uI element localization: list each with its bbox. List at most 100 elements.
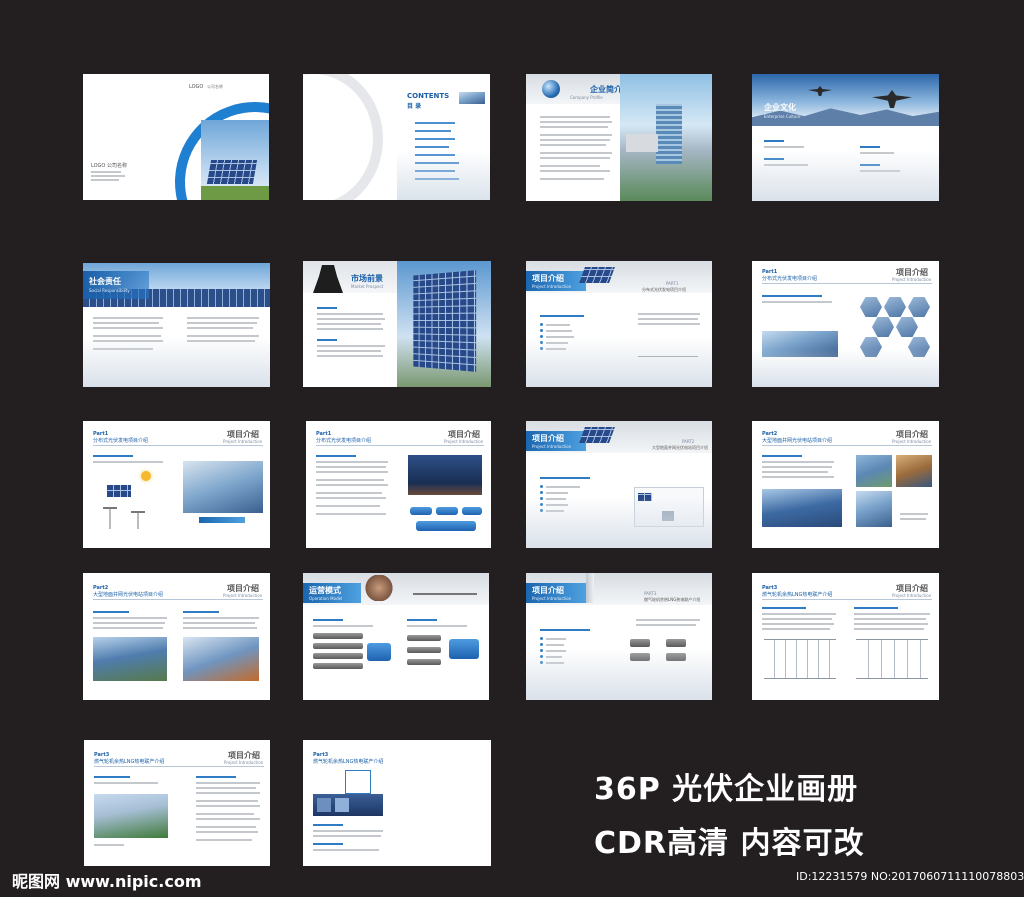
page-company-profile: 企业简介 Company Profile [526,74,712,201]
cover-company: 公司名称 [207,84,223,89]
page-project-intro-part3: 项目介绍 Project Introduction PART3 燃气轮机余热LN… [526,573,712,700]
handshake-icon [365,575,393,601]
page-part1-news: Part1 分布式光伏发电项目介绍 项目介绍 Project Introduct… [306,421,491,548]
p1-part-heading: 分布式光伏发电项目介绍 [642,287,686,292]
p2-header-panel [579,427,615,443]
part2-worker-photo [896,455,932,487]
p3-part-label: PART3 [644,591,657,596]
site-logo[interactable]: 昵图网 www.nipic.com [12,868,202,892]
p2-sub: Project Introduction [532,444,572,449]
part3-heading: 燃气轮机余热LNG热电联产介绍 [762,592,833,598]
contents-photo [459,92,485,104]
part1-right-sub: Project Introduction [892,277,932,282]
tower-icon [103,507,117,529]
part2-field-photo [762,489,842,527]
ops-step [313,633,363,639]
p3-title: 项目介绍 [532,586,564,595]
page-part1-diagram: Part1 分布式光伏发电项目介绍 项目介绍 Project Introduct… [83,421,270,548]
news-box [436,507,458,515]
news-box [410,507,432,515]
hex-photo [860,297,882,317]
contents-fade [397,150,490,200]
ops-step [407,659,441,665]
sun-icon [141,471,151,481]
page-part3-lng: Part3 燃气轮机余热LNG热电联产介绍 [303,740,491,866]
ops-sub: Operation Model [309,596,343,601]
part2-right-sub: Project Introduction [223,593,263,598]
p2-title: 项目介绍 [532,434,564,443]
cover-solar-panel [206,160,258,184]
photo-caption-bar [199,517,245,523]
cover-grass [201,186,269,200]
part3-right-sub: Project Introduction [892,593,932,598]
p3-part-heading: 燃气轮机余热LNG热电联产介绍 [644,597,701,602]
hex-photo [896,317,918,337]
profile-sub: Company Profile [570,95,603,100]
p2-part-heading: 大型地面并网光伏电站项目介绍 [652,445,708,450]
news-box [462,507,482,515]
profile-building [656,104,682,164]
p3-flow-box [666,639,686,647]
page-cover: LOGO 公司名称 LOGO 公司名称 [83,74,269,200]
lng-diagram-top [345,770,371,794]
cover-logo: LOGO [189,84,204,90]
part2-heading: 大型地面并网光伏电站项目介绍 [93,592,164,598]
page-contents: CONTENTS 目 录 [303,74,490,200]
caption-line1: 36P 光伏企业画册 [594,772,859,807]
p3-sub: Project Introduction [532,596,572,601]
caption-line2: CDR高清 内容可改 [594,826,865,861]
news-box-wide [416,521,476,531]
ops-result [367,643,391,661]
profile-title: 企业简介 [590,85,622,94]
part2-panel-photo [856,491,892,527]
cover-logo-bottom: LOGO 公司名称 [91,163,127,169]
p3-chimney [586,573,594,603]
p1-part-label: PART1 [666,281,679,286]
tower-icon [131,511,145,529]
contents-title: CONTENTS [407,92,450,100]
globe-icon [542,80,560,98]
part1-right-sub: Project Introduction [444,439,484,444]
part1-heading: 分布式光伏发电项目介绍 [93,438,149,444]
page-part3-schematic: Part3 燃气轮机余热LNG热电联产介绍 项目介绍 Project Intro… [752,573,939,700]
part2-worker-photo [856,455,892,487]
prospect-title: 市场前景 [351,274,383,283]
prospect-sub: Market Prospect [351,284,384,289]
ops-step [313,663,363,669]
part1-heading: 分布式光伏发电项目介绍 [762,276,818,282]
contents-gray-arc [303,74,383,200]
hex-photo [884,297,906,317]
page-market-prospect: 市场前景 Market Prospect [303,261,491,387]
news-photo [408,455,482,495]
culture-sub: Enterprise Culture [764,114,801,119]
ops-title: 运营模式 [309,586,341,595]
page-part1-hexagons: Part1 分布式光伏发电项目介绍 项目介绍 Project Introduct… [752,261,939,387]
p3-flow-box [630,639,650,647]
part3-plant-photo [94,794,168,838]
social-title: 社会责任 [89,277,121,286]
p1-sub: Project Introduction [532,284,572,289]
part3-right-sub: Project Introduction [224,760,264,765]
page-part2-photos: Part2 大型地面并网光伏电站项目介绍 项目介绍 Project Introd… [752,421,939,548]
ops-result [449,639,479,659]
profile-factory [626,134,658,152]
diagram-panel [107,485,131,497]
part2-field-photo [93,637,167,681]
culture-title: 企业文化 [764,103,796,112]
part2-heading: 大型地面并网光伏电站项目介绍 [762,438,833,444]
hex-photo [908,297,930,317]
page-project-intro-part2: 项目介绍 Project Introduction PART2 大型地面并网光伏… [526,421,712,548]
part1-heading: 分布式光伏发电项目介绍 [316,438,372,444]
ops-step [313,653,363,659]
hex-photo [872,317,894,337]
p2-part-label: PART2 [682,439,695,444]
contents-subtitle: 目 录 [407,103,422,110]
prospect-solar-panel [413,270,477,372]
image-id-text: ID:12231579 NO:20170607111100788037 [796,870,1024,883]
page-part2-fields: Part2 大型地面并网光伏电站项目介绍 项目介绍 Project Introd… [83,573,270,700]
page-enterprise-culture: 企业文化 Enterprise Culture [752,74,939,201]
p1-header-panel [579,267,615,283]
part3-heading: 燃气轮机余热LNG热电联产介绍 [313,759,384,765]
part1-roof-photo [183,461,263,513]
page-operation-model: 运营模式 Operation Model [303,573,489,700]
